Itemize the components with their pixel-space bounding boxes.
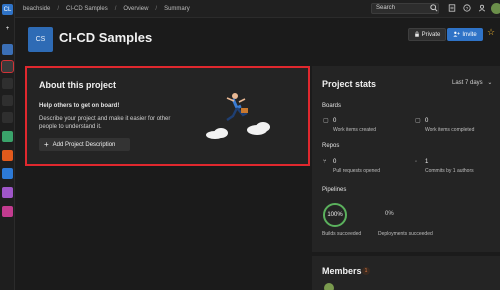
builds-succeeded-value: 100%	[327, 212, 343, 218]
add-project-description-button[interactable]: + Add Project Description	[39, 138, 130, 151]
wiki-icon[interactable]	[2, 112, 13, 123]
page-title: CI-CD Samples	[59, 30, 153, 45]
commits-metric[interactable]: ◦ 1 Commits by 1 authors	[415, 159, 495, 174]
summary-icon[interactable]	[2, 78, 13, 89]
work-items-created-value: 0	[333, 118, 337, 124]
add-icon[interactable]: +	[2, 23, 13, 34]
breadcrumb-project[interactable]: CI-CD Samples	[66, 6, 108, 12]
search-icon[interactable]	[429, 4, 438, 13]
dashboards-icon[interactable]	[2, 95, 13, 106]
work-items-created-label: Work items created	[333, 127, 376, 133]
breadcrumb-summary[interactable]: Summary	[164, 6, 190, 12]
about-title: About this project	[39, 80, 116, 90]
favorite-star-icon[interactable]: ☆	[487, 27, 495, 38]
pull-requests-label: Pull requests opened	[333, 168, 380, 174]
project-logo: CS	[28, 27, 53, 52]
boards-icon[interactable]	[1, 60, 14, 73]
work-items-completed-metric[interactable]: ▢ 0 Work items completed	[415, 118, 495, 133]
pull-requests-value: 0	[333, 159, 337, 165]
deployments-succeeded-value: 0%	[385, 211, 394, 217]
breadcrumb-separator: /	[114, 5, 117, 12]
invite-label: Invite	[462, 31, 477, 38]
jumping-person-illustration	[206, 93, 270, 139]
work-items-completed-label: Work items completed	[425, 127, 475, 133]
members-panel: Members 1	[312, 256, 500, 290]
commits-value: 1	[425, 159, 429, 165]
boards-section-label: Boards	[322, 103, 342, 109]
about-subtitle: Help others to get on board!	[39, 103, 120, 109]
pipelines-icon[interactable]	[2, 168, 13, 179]
overview-icon[interactable]	[2, 44, 13, 55]
deployments-succeeded-label: Deployments succeeded	[378, 231, 433, 237]
add-description-label: Add Project Description	[52, 141, 116, 148]
work-items-completed-value: 0	[425, 118, 429, 124]
breadcrumb-separator: /	[155, 5, 158, 12]
add-people-icon	[453, 31, 461, 39]
project-header: CS CI-CD Samples Private Invite ☆	[15, 18, 500, 60]
work-item-icon: ▢	[323, 118, 329, 124]
left-nav-rail: CL +	[0, 0, 15, 290]
avatar[interactable]	[491, 3, 500, 14]
stats-title: Project stats	[322, 79, 377, 89]
about-project-card: About this project Help others to get on…	[25, 66, 310, 166]
stats-range-label: Last 7 days	[452, 80, 483, 86]
members-count-badge: 1	[362, 267, 370, 275]
user-settings-icon[interactable]	[477, 4, 486, 13]
builds-succeeded-ring[interactable]: 100%	[323, 203, 347, 227]
private-label: Private	[421, 31, 441, 38]
about-description: Describe your project and make it easier…	[39, 116, 171, 130]
plus-icon: +	[44, 139, 49, 149]
repos-icon[interactable]	[2, 150, 13, 161]
repos-section-label: Repos	[322, 143, 340, 149]
stats-range-dropdown[interactable]: Last 7 days ⌄	[452, 79, 492, 86]
test-plans-icon[interactable]	[2, 187, 13, 198]
notes-icon[interactable]	[447, 4, 456, 13]
pipelines-section-label: Pipelines	[322, 187, 347, 193]
avatar[interactable]	[324, 283, 334, 290]
lock-icon	[414, 30, 420, 39]
pull-request-icon: ⑂	[323, 159, 327, 165]
chevron-down-icon: ⌄	[487, 80, 493, 86]
work-items-created-metric[interactable]: ▢ 0 Work items created	[323, 118, 403, 133]
invite-button[interactable]: Invite	[447, 28, 483, 41]
svg-text:?: ?	[465, 6, 468, 12]
breadcrumb-separator: /	[57, 5, 60, 12]
breadcrumb-overview[interactable]: Overview	[123, 6, 148, 12]
commit-icon: ◦	[415, 159, 418, 165]
boards-app-icon[interactable]	[2, 131, 13, 142]
breadcrumb-org[interactable]: beachside	[23, 6, 50, 12]
members-title: Members	[322, 266, 362, 276]
private-button[interactable]: Private	[408, 28, 446, 41]
builds-succeeded-label: Builds succeeded	[322, 231, 362, 237]
artifacts-icon[interactable]	[2, 206, 13, 217]
work-item-done-icon: ▢	[415, 118, 421, 124]
help-icon[interactable]: ?	[462, 4, 471, 13]
project-logo-text: CS	[35, 36, 46, 43]
search-placeholder: Search	[376, 5, 396, 11]
org-icon[interactable]: CL	[2, 4, 13, 15]
pull-requests-metric[interactable]: ⑂ 0 Pull requests opened	[323, 159, 403, 174]
commits-label: Commits by 1 authors	[425, 168, 474, 174]
project-stats-panel: Project stats Last 7 days ⌄ Boards ▢ 0 Wo…	[312, 66, 500, 252]
top-bar: beachside / CI-CD Samples / Overview / S…	[15, 0, 500, 18]
